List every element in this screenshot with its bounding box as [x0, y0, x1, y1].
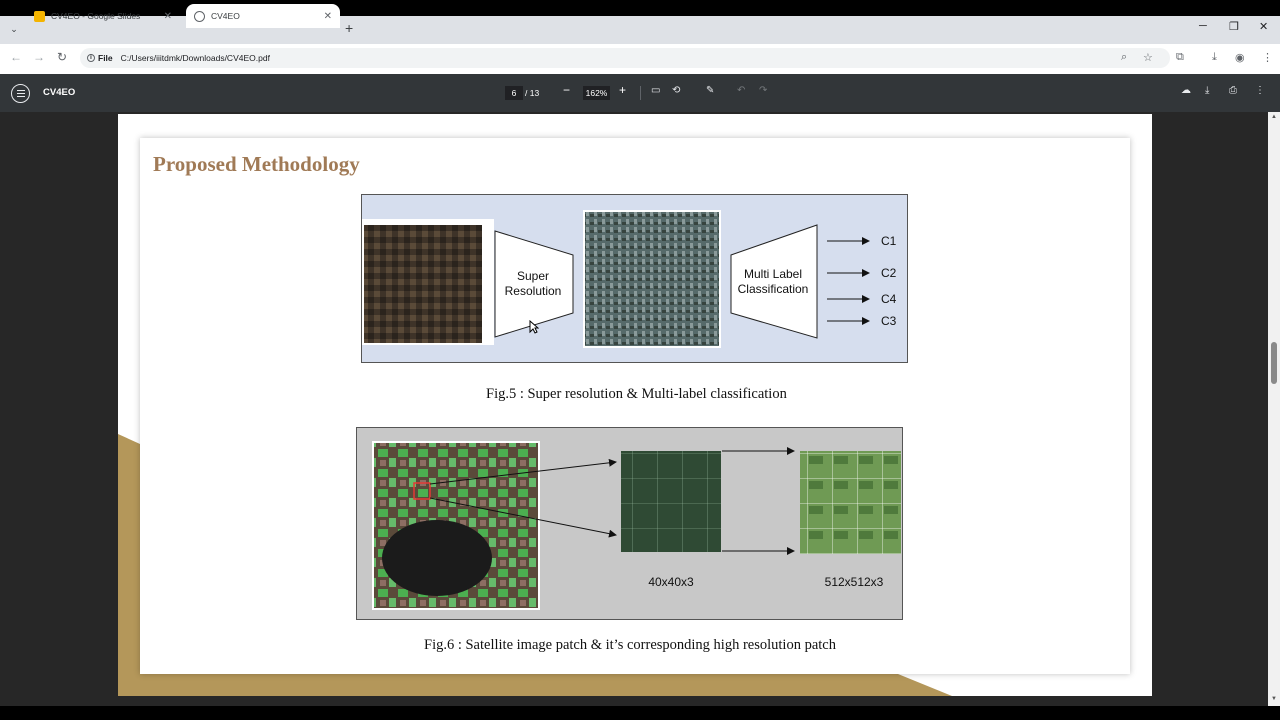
close-tab-icon[interactable]: ✕ [324, 11, 332, 22]
class-output-label: C2 [881, 266, 897, 280]
bookmark-star-icon[interactable]: ☆ [1143, 51, 1153, 64]
print-icon[interactable]: ⎙ [1229, 85, 1237, 96]
super-resolution-label-line1: Super [517, 269, 549, 283]
zoom-level-input[interactable]: 162% [583, 86, 610, 100]
screen-bottom-edge [0, 706, 1280, 720]
close-window-icon[interactable]: ✕ [1259, 20, 1268, 33]
info-icon: i [87, 54, 95, 62]
figure-6-diagram: 40x40x3 512x512x3 [356, 427, 903, 620]
forward-arrow-icon[interactable]: → [33, 50, 45, 64]
tab-cv4eo[interactable]: CV4EO ✕ [186, 4, 340, 28]
low-resolution-input-image [362, 219, 494, 345]
classification-label-line1: Multi Label [744, 267, 802, 281]
site-info-chip[interactable]: i File [87, 53, 113, 63]
slide-heading: Proposed Methodology [153, 152, 360, 176]
more-options-icon[interactable]: ⋮ [1255, 85, 1265, 96]
scroll-down-arrow-icon[interactable]: ▼ [1271, 696, 1277, 702]
site-info-label: File [98, 53, 113, 63]
downloads-icon[interactable]: ⤓ [1212, 51, 1217, 64]
low-res-patch-image [621, 451, 721, 552]
mouse-cursor-icon [529, 320, 539, 334]
annotate-pen-icon[interactable]: ✎ [706, 85, 714, 96]
zoom-magnifier-icon[interactable]: ⌕ [1121, 51, 1127, 64]
minimize-icon[interactable]: ─ [1199, 20, 1207, 32]
restore-icon[interactable]: ❐ [1229, 20, 1239, 33]
super-resolution-label-line2: Resolution [505, 284, 562, 298]
high-resolution-output-image [583, 210, 721, 348]
high-res-patch-image [800, 451, 901, 554]
hamburger-menu-icon[interactable] [11, 84, 30, 103]
fit-to-page-icon[interactable]: ▭ [651, 85, 660, 96]
class-output-label: C1 [881, 234, 897, 248]
zoom-in-icon[interactable]: + [619, 83, 626, 97]
reload-icon[interactable]: ↻ [57, 50, 67, 64]
class-output-label: C3 [881, 314, 897, 328]
back-arrow-icon[interactable]: ← [10, 50, 22, 64]
page-total: / 13 [525, 88, 540, 98]
redo-icon[interactable]: ↷ [759, 85, 767, 96]
pdf-toolbar: CV4EO 6 / 13 − 162% + ▭ ⟲ ✎ ↶ ↷ ☁ ⤓ ⎙ ⋮ [0, 74, 1280, 112]
download-icon[interactable]: ⤓ [1205, 85, 1209, 96]
high-res-size-label: 512x512x3 [825, 575, 884, 589]
undo-icon[interactable]: ↶ [737, 85, 745, 96]
url-text: C:/Users/iiitdmk/Downloads/CV4EO.pdf [120, 53, 270, 63]
new-tab-plus-icon[interactable]: + [345, 20, 353, 36]
figure-5-caption: Fig.5 : Super resolution & Multi-label c… [486, 386, 787, 402]
vertical-scrollbar[interactable]: ▲ ▼ [1268, 112, 1280, 706]
browser-menu-icon[interactable]: ⋮ [1262, 51, 1273, 64]
tab-search-chevron-icon[interactable]: ⌄ [6, 21, 22, 37]
class-output-label: C4 [881, 292, 897, 306]
scroll-up-arrow-icon[interactable]: ▲ [1271, 114, 1277, 120]
address-bar[interactable]: i File C:/Users/iiitdmk/Downloads/CV4EO.… [80, 48, 1170, 68]
zoom-out-icon[interactable]: − [563, 83, 570, 97]
pdf-document-title: CV4EO [43, 87, 76, 98]
tab-title: CV4EO [211, 11, 240, 21]
classification-label-line2: Classification [738, 282, 809, 296]
profile-avatar-icon[interactable]: ◉ [1235, 51, 1245, 64]
globe-icon [194, 10, 205, 22]
close-tab-icon[interactable]: ✕ [164, 11, 172, 22]
tab-google-slides[interactable]: CV4EO - Google Slides ✕ [26, 4, 180, 28]
satellite-image [372, 441, 540, 610]
rotate-icon[interactable]: ⟲ [672, 85, 680, 96]
toolbar-divider [640, 86, 641, 100]
scrollbar-thumb[interactable] [1271, 342, 1277, 384]
save-to-drive-icon[interactable]: ☁ [1181, 85, 1191, 96]
slide-content: Proposed Methodology Super Resolution Mu… [140, 138, 1130, 674]
page-number-input[interactable]: 6 [505, 86, 523, 100]
figure-5-diagram: Super Resolution Multi Label Classificat… [361, 194, 908, 363]
figure-6-caption: Fig.6 : Satellite image patch & it’s cor… [424, 637, 836, 653]
extensions-puzzle-icon[interactable]: ⧉ [1176, 51, 1184, 64]
low-res-size-label: 40x40x3 [648, 575, 694, 589]
pdf-page: Proposed Methodology Super Resolution Mu… [118, 114, 1152, 696]
tab-title: CV4EO - Google Slides [51, 11, 141, 21]
google-slides-icon [34, 10, 45, 22]
